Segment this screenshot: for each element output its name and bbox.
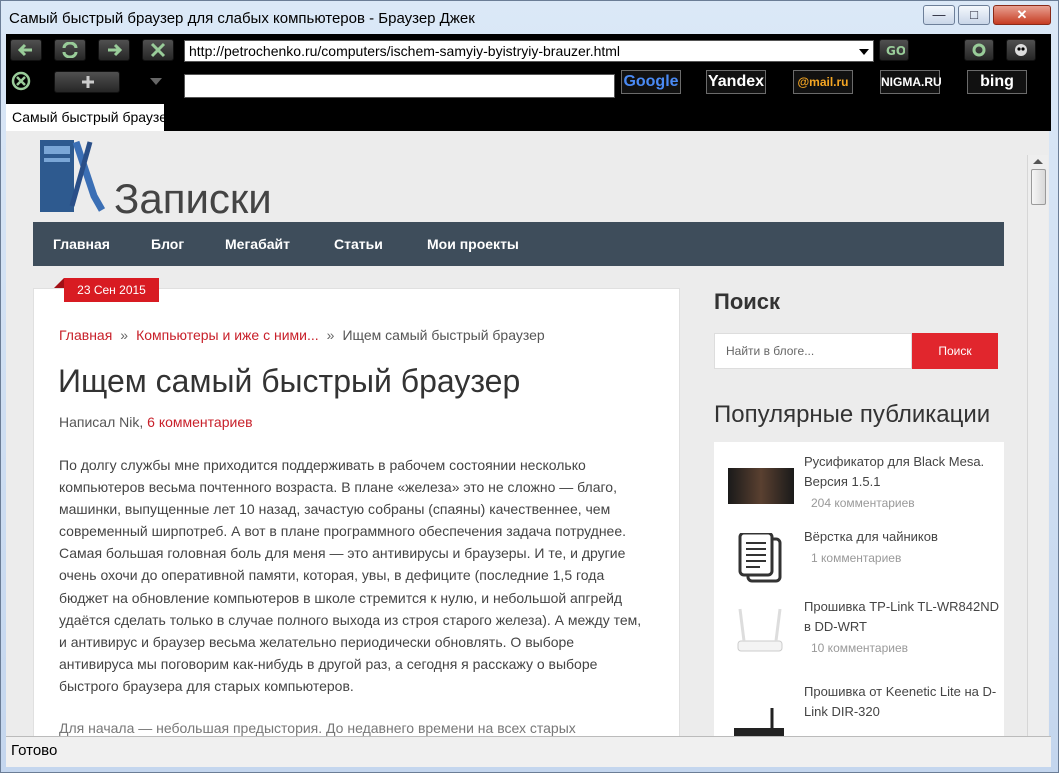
address-text: http://petrochenko.ru/computers/ischem-s…: [189, 43, 621, 59]
post-title: Ищем самый быстрый браузер: [58, 363, 521, 399]
popular-item-title[interactable]: Вёрстка для чайников: [804, 527, 1000, 547]
minimize-button[interactable]: —: [923, 5, 955, 25]
search-heading: Поиск: [714, 289, 781, 314]
router-thumbnail: [734, 708, 784, 736]
popular-heading: Популярные публикации: [714, 401, 991, 428]
forward-button[interactable]: [98, 39, 130, 61]
skull-button[interactable]: [1006, 39, 1036, 61]
gear-icon: [972, 43, 986, 57]
back-arrow-icon: [17, 43, 32, 57]
post-date-badge: 23 Сен 2015: [54, 278, 159, 302]
nav-item-blog[interactable]: Блог: [151, 222, 184, 266]
chevron-down-icon[interactable]: [859, 49, 869, 55]
window-title: Самый быстрый браузер для слабых компьют…: [9, 10, 475, 27]
popular-item-title[interactable]: Русификатор для Black Mesa. Версия 1.5.1: [804, 452, 1000, 492]
document-icon: [738, 533, 782, 583]
tab-active[interactable]: Самый быстрый браузер для слабых компьют…: [6, 104, 164, 131]
popular-item-title[interactable]: Прошивка TP-Link TL-WR842ND в DD-WRT: [804, 597, 1000, 637]
post-paragraph: По долгу службы мне приходится поддержив…: [59, 457, 642, 694]
breadcrumb-current: Ищем самый быстрый браузер: [342, 327, 545, 343]
popular-item-title[interactable]: Прошивка от Keenetic Lite на D-Link DIR-…: [804, 682, 1000, 722]
vertical-scrollbar[interactable]: [1027, 155, 1048, 736]
scroll-thumb[interactable]: [1031, 169, 1046, 205]
mailru-engine-button[interactable]: @mail.ru: [793, 70, 853, 94]
nigma-engine-button[interactable]: NIGMA.RU: [880, 70, 942, 94]
go-button[interactable]: GO: [879, 39, 909, 61]
scroll-up-icon[interactable]: [1033, 159, 1043, 164]
breadcrumb-home[interactable]: Главная: [59, 327, 112, 343]
reload-icon: [62, 42, 78, 58]
skull-icon: [1015, 44, 1027, 56]
post-author: Написал Nik,: [59, 414, 144, 430]
go-icon: GO: [886, 44, 905, 58]
breadcrumb: Главная » Компьютеры и иже с ними... » Ищем …: [59, 327, 545, 343]
svg-text:GO: GO: [886, 44, 905, 58]
stop-button[interactable]: [142, 39, 174, 61]
maximize-button[interactable]: □: [958, 5, 990, 25]
nav-item-megabyte[interactable]: Мегабайт: [225, 222, 290, 266]
forward-arrow-icon: [108, 43, 123, 57]
post-body: По долгу службы мне приходится поддержив…: [59, 454, 649, 697]
settings-button[interactable]: [964, 39, 994, 61]
popular-item-count: 10 комментариев: [811, 641, 909, 655]
browser-toolbar: http://petrochenko.ru/computers/ischem-s…: [6, 34, 1051, 131]
close-button[interactable]: ✕: [993, 5, 1051, 25]
post-byline: Написал Nik, 6 комментариев: [59, 414, 253, 430]
breadcrumb-category[interactable]: Компьютеры и иже с ними...: [136, 327, 319, 343]
close-circle-icon: [11, 71, 31, 91]
popular-item-count: 204 комментариев: [811, 496, 915, 510]
breadcrumb-separator: »: [120, 327, 129, 343]
site-logo-icon[interactable]: [36, 136, 108, 214]
nav-item-projects[interactable]: Мои проекты: [427, 222, 519, 266]
breadcrumb-separator: »: [326, 327, 335, 343]
page-viewport: Записки Главная Блог Мегабайт Статьи Мои…: [6, 131, 1049, 736]
nav-item-home[interactable]: Главная: [53, 222, 110, 266]
status-text: Готово: [11, 742, 58, 759]
black-mesa-thumbnail: [728, 468, 794, 504]
google-engine-button[interactable]: Google: [621, 70, 681, 94]
site-name[interactable]: Записки: [114, 175, 272, 223]
new-tab-button[interactable]: [54, 71, 120, 93]
bing-engine-button[interactable]: bing: [967, 70, 1027, 94]
plus-icon: [82, 76, 94, 88]
status-bar: Готово: [6, 736, 1051, 767]
blog-search-button[interactable]: Поиск: [912, 333, 998, 369]
popular-list: Русификатор для Black Mesa. Версия 1.5.1…: [714, 442, 1004, 736]
reload-button[interactable]: [54, 39, 86, 61]
main-nav: Главная Блог Мегабайт Статьи Мои проекты: [33, 222, 1004, 266]
title-bar[interactable]: Самый быстрый браузер для слабых компьют…: [1, 1, 1058, 35]
popular-item-count: 1 комментариев: [811, 551, 902, 565]
close-tab-button[interactable]: [10, 71, 42, 93]
post-next-line: Для начала — небольшая предыстория. До н…: [59, 720, 576, 736]
nav-item-articles[interactable]: Статьи: [334, 222, 383, 266]
web-search-input[interactable]: [184, 74, 615, 98]
comments-link[interactable]: 6 комментариев: [147, 414, 252, 430]
yandex-engine-button[interactable]: Yandex: [706, 70, 766, 94]
tabs-menu-chevron-icon[interactable]: [150, 78, 162, 85]
back-button[interactable]: [10, 39, 42, 61]
router-thumbnail: [737, 608, 783, 652]
blog-search-input[interactable]: Найти в блоге...: [714, 333, 912, 369]
address-bar[interactable]: http://petrochenko.ru/computers/ischem-s…: [184, 40, 874, 62]
stop-x-icon: [150, 42, 166, 58]
